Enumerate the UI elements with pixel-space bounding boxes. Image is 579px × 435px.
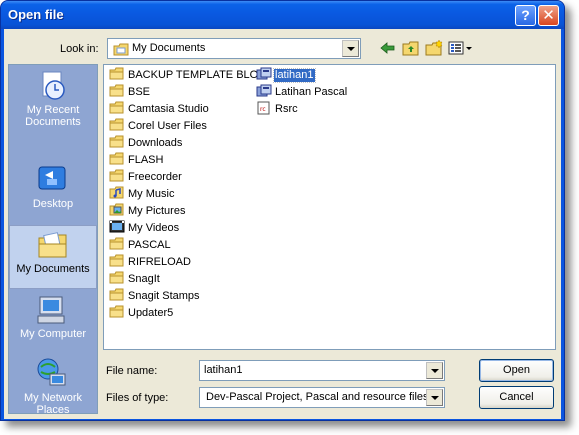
place-label: My Recent Documents	[25, 104, 81, 128]
folder-icon	[109, 186, 124, 199]
folder-icon	[109, 271, 124, 284]
up-one-level-icon[interactable]	[402, 40, 420, 56]
folder-icon	[109, 220, 125, 233]
folder-icon	[109, 118, 124, 131]
view-menu-icon[interactable]	[448, 40, 474, 56]
title-bar[interactable]: Open file ? ✕	[1, 1, 564, 29]
folder-icon	[109, 67, 124, 80]
file-type-label: Files of type:	[106, 392, 169, 404]
my-documents-folder-icon	[113, 43, 129, 56]
folder-icon	[109, 288, 124, 301]
file-name: Freecorder	[128, 171, 182, 183]
file-name: My Pictures	[128, 205, 186, 217]
place-my-network-places[interactable]: My Network Places	[9, 355, 97, 419]
file-name: latihan1	[273, 68, 316, 83]
cancel-button[interactable]: Cancel	[479, 386, 554, 409]
file-name: PASCAL	[128, 239, 171, 251]
recent-documents-icon	[42, 71, 65, 100]
file-name-input[interactable]: latihan1	[199, 360, 445, 381]
place-my-computer[interactable]: My Computer	[9, 291, 97, 355]
file-name: Snagit Stamps	[128, 290, 200, 302]
folder-icon	[109, 169, 124, 182]
new-folder-icon[interactable]	[425, 40, 443, 56]
file-name: Latihan Pascal	[275, 86, 348, 98]
resource-file-icon: rc	[257, 101, 270, 115]
my-computer-icon	[37, 296, 65, 324]
desktop-icon	[38, 166, 66, 190]
file-name: My Music	[128, 188, 175, 200]
folder-icon	[109, 254, 124, 267]
project-file-icon	[256, 84, 272, 97]
folder-icon	[109, 203, 124, 216]
project-file-icon	[256, 67, 272, 80]
file-name: Corel User Files	[128, 120, 207, 132]
file-name: BACKUP TEMPLATE BLOG	[128, 69, 267, 81]
open-file-dialog: Open file ? ✕ Look in: My Documents My R…	[0, 0, 565, 421]
look-in-value: My Documents	[132, 42, 206, 54]
file-name: RIFRELOAD	[128, 256, 191, 268]
folder-icon	[109, 305, 124, 318]
place-label: My Computer	[19, 328, 87, 340]
file-name: Camtasia Studio	[128, 103, 209, 115]
svg-text:rc: rc	[260, 106, 266, 113]
folder-icon	[109, 135, 124, 148]
place-my-recent-documents[interactable]: My Recent Documents	[9, 67, 97, 131]
close-button[interactable]: ✕	[538, 5, 559, 26]
chevron-down-icon[interactable]	[426, 389, 443, 406]
file-name: My Videos	[128, 222, 180, 234]
look-in-label: Look in:	[60, 43, 99, 55]
file-name: FLASH	[128, 154, 164, 166]
places-bar: My Recent Documents Desktop My Documents	[8, 64, 98, 416]
network-places-icon	[37, 358, 66, 386]
file-list[interactable]: BACKUP TEMPLATE BLOG BSE Camtasia Studio Co…	[103, 64, 556, 350]
place-label: My Network Places	[23, 392, 83, 416]
folder-icon	[109, 237, 124, 250]
back-arrow-icon[interactable]	[379, 40, 397, 56]
my-documents-icon	[38, 232, 67, 258]
file-type-value: Dev-Pascal Project, Pascal and resource …	[206, 391, 429, 403]
place-desktop[interactable]: Desktop	[9, 161, 97, 225]
file-name-value: latihan1	[204, 364, 243, 376]
open-button[interactable]: Open	[479, 359, 554, 382]
dialog-body: Look in: My Documents My Recent Document…	[4, 29, 561, 419]
look-in-dropdown[interactable]: My Documents	[107, 38, 361, 59]
file-name-label: File name:	[106, 365, 158, 377]
chevron-down-icon[interactable]	[342, 40, 359, 57]
file-name: Rsrc	[275, 103, 298, 115]
folder-icon	[109, 101, 124, 114]
folder-icon	[109, 84, 124, 97]
chevron-down-icon[interactable]	[426, 362, 443, 379]
file-name: Downloads	[128, 137, 183, 149]
place-label: Desktop	[32, 198, 74, 210]
file-name: BSE	[128, 86, 151, 98]
file-type-dropdown[interactable]: Dev-Pascal Project, Pascal and resource …	[199, 387, 445, 408]
file-name: Updater5	[128, 307, 174, 319]
place-label: My Documents	[16, 263, 90, 275]
file-name: SnagIt	[128, 273, 160, 285]
folder-icon	[109, 152, 124, 165]
window-title: Open file	[8, 7, 64, 22]
place-my-documents[interactable]: My Documents	[9, 225, 97, 289]
help-button[interactable]: ?	[515, 5, 536, 26]
